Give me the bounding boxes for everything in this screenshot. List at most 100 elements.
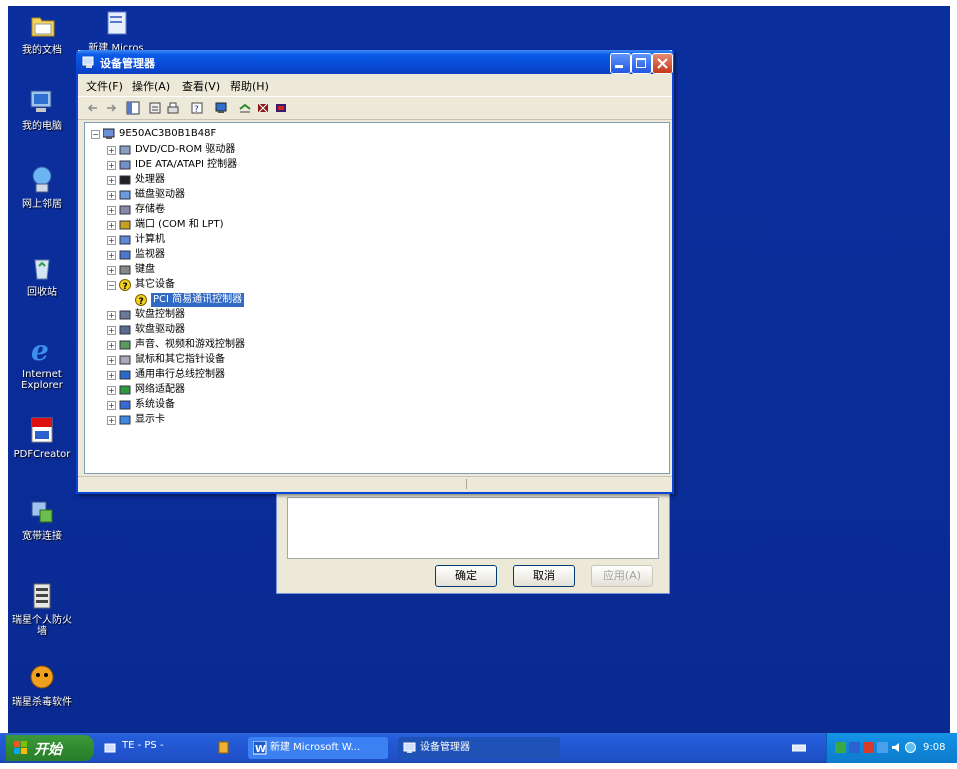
desktop-icon-network[interactable]: 网上邻居 [10, 164, 74, 210]
tree-node-label: 系统设备 [135, 399, 175, 410]
back-arrow-icon[interactable] [86, 101, 100, 115]
desktop-icon-antivirus[interactable]: 瑞星杀毒软件 [10, 662, 74, 708]
tree-node-label: 磁盘驱动器 [135, 189, 185, 200]
expand-toggle[interactable]: + [107, 266, 116, 275]
menu-view[interactable]: 查看(V) [182, 78, 220, 94]
expand-toggle[interactable]: + [107, 341, 116, 350]
collapse-toggle[interactable]: − [107, 281, 116, 290]
minimize-button[interactable] [610, 53, 631, 74]
expand-toggle[interactable]: + [107, 356, 116, 365]
update-driver-icon[interactable] [238, 101, 252, 115]
expand-toggle[interactable]: + [107, 221, 116, 230]
cancel-button[interactable]: 取消 [513, 565, 575, 587]
scan-hardware-icon[interactable] [214, 101, 228, 115]
tree-node-label: 软盘驱动器 [135, 324, 185, 335]
background-dialog: 确定 取消 应用(A) [276, 490, 670, 594]
collapse-toggle[interactable]: − [91, 130, 100, 139]
tree-node-label: 端口 (COM 和 LPT) [135, 219, 224, 230]
properties-icon[interactable] [148, 101, 162, 115]
desktop-icon-label: 宽带连接 [22, 531, 62, 542]
tree-node-label: DVD/CD-ROM 驱动器 [135, 144, 236, 155]
taskbar-item-device-manager[interactable]: 设备管理器 [398, 737, 560, 759]
forward-arrow-icon[interactable] [104, 101, 118, 115]
tree-node-label: 存储卷 [135, 204, 165, 215]
expand-toggle[interactable]: + [107, 176, 116, 185]
expand-toggle[interactable]: + [107, 251, 116, 260]
network-tray-icon[interactable] [792, 743, 806, 753]
menu-action[interactable]: 操作(A) [132, 78, 170, 94]
show-hide-tree-icon[interactable] [126, 101, 140, 115]
folder-documents-icon [26, 10, 58, 42]
keyboard-icon [119, 265, 131, 275]
tray-icon-6[interactable] [905, 742, 916, 753]
close-button[interactable] [652, 53, 673, 74]
title-bar[interactable]: 设备管理器 [76, 50, 674, 74]
tray-icon-1[interactable] [835, 742, 846, 753]
taskbar-item-word[interactable]: W 新建 Microsoft W... [248, 737, 388, 759]
menu-file[interactable]: 文件(F) [86, 78, 123, 94]
tray-icon-3[interactable] [863, 742, 874, 753]
start-button[interactable]: 开始 [6, 735, 94, 761]
warning-device-icon: ? [135, 294, 147, 306]
expand-toggle[interactable]: + [107, 371, 116, 380]
desktop-icon-partial[interactable]: 新建 Micros [84, 8, 148, 54]
tree-node-label: 键盘 [135, 264, 155, 275]
device-tree[interactable]: − 9E50AC3B0B1B48F + DVD/CD-ROM 驱动器 + IDE AT… [84, 122, 670, 474]
desktop-icon-ie[interactable]: e Internet Explorer [10, 334, 74, 391]
quick-launch-app-icon[interactable] [218, 741, 230, 755]
floppy-controller-icon [119, 310, 131, 320]
desktop-icon-firewall[interactable]: 瑞星个人防火墙 [10, 580, 74, 637]
expand-toggle[interactable]: + [107, 386, 116, 395]
tree-node-label: 软盘控制器 [135, 309, 185, 320]
desktop-icon-label: 我的文档 [22, 45, 62, 56]
ok-button[interactable]: 确定 [435, 565, 497, 587]
desktop-icon-my-computer[interactable]: 我的电脑 [10, 86, 74, 132]
uninstall-icon[interactable] [256, 101, 270, 115]
broadband-icon [26, 496, 58, 528]
port-icon [119, 220, 131, 230]
ie-icon: e [26, 334, 58, 367]
tree-node-label: PCI 简易通讯控制器 [151, 293, 245, 307]
windows-flag-icon [14, 741, 27, 754]
system-tray: 9:08 [826, 733, 957, 763]
word-icon: W [253, 741, 267, 755]
expand-toggle[interactable]: + [107, 311, 116, 320]
desktop-icon-recycle-bin[interactable]: 回收站 [10, 252, 74, 298]
expand-toggle[interactable]: + [107, 236, 116, 245]
tree-node-label: 网络适配器 [135, 384, 185, 395]
computer-icon [103, 128, 115, 139]
svg-text:?: ? [194, 105, 199, 115]
desktop-icon-my-documents[interactable]: 我的文档 [10, 10, 74, 56]
clock: 9:08 [923, 742, 946, 753]
expand-toggle[interactable]: + [107, 161, 116, 170]
expand-toggle[interactable]: + [107, 206, 116, 215]
quick-launch-text[interactable]: TE - PS - [122, 740, 164, 751]
expand-toggle[interactable]: + [107, 416, 116, 425]
display-adapter-icon [119, 415, 131, 425]
maximize-button[interactable] [631, 53, 652, 74]
desktop-icon-pdfcreator[interactable]: PDFCreator [10, 414, 74, 460]
expand-toggle[interactable]: + [107, 326, 116, 335]
apply-button[interactable]: 应用(A) [591, 565, 653, 587]
tray-icon-2[interactable] [849, 742, 860, 753]
volume-icon[interactable] [891, 742, 902, 753]
menu-bar: 文件(F) 操作(A) 查看(V) 帮助(H) [78, 76, 672, 94]
task-label: 设备管理器 [420, 742, 470, 753]
computer-icon [119, 235, 131, 245]
expand-toggle[interactable]: + [107, 146, 116, 155]
mouse-icon [119, 355, 131, 365]
tray-icon-4[interactable] [877, 742, 888, 753]
menu-help[interactable]: 帮助(H) [230, 78, 269, 94]
expand-toggle[interactable]: + [107, 401, 116, 410]
desktop-icon-label: PDFCreator [13, 449, 71, 460]
task-label: 新建 Microsoft W... [270, 742, 361, 753]
network-adapter-icon [119, 385, 131, 395]
expand-toggle[interactable]: + [107, 191, 116, 200]
pdf-icon [26, 414, 58, 446]
help-icon[interactable]: ? [190, 101, 204, 115]
print-icon[interactable] [166, 101, 180, 115]
desktop-icon-broadband[interactable]: 宽带连接 [10, 496, 74, 542]
show-desktop-icon[interactable] [104, 742, 116, 754]
disable-device-icon[interactable] [274, 101, 288, 115]
tree-node-label: 其它设备 [135, 279, 175, 290]
